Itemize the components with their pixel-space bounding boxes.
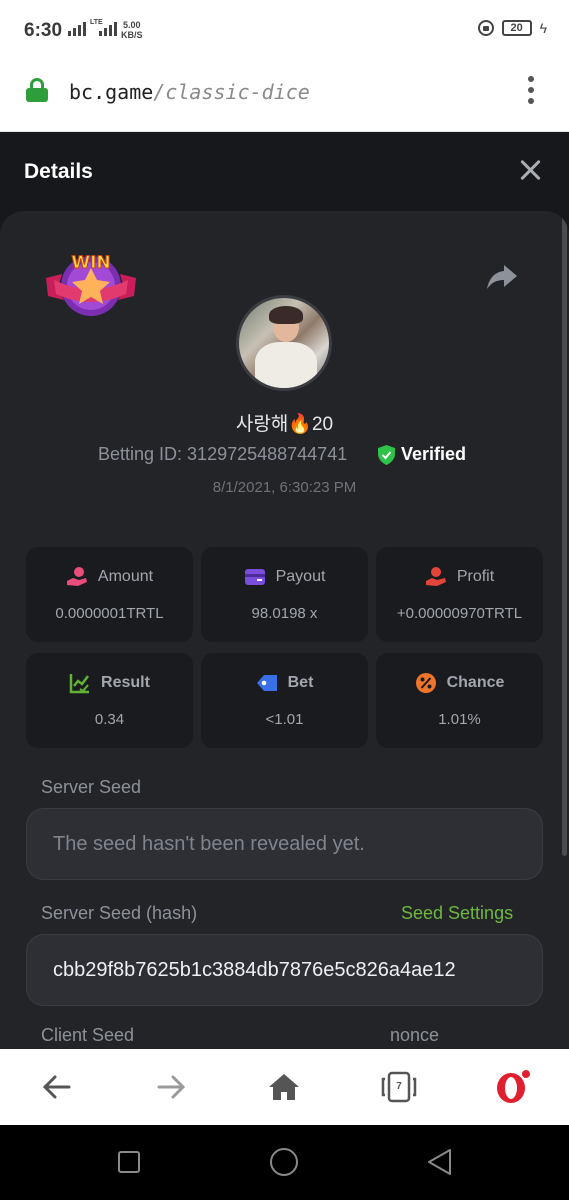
server-seed-field[interactable]: The seed hasn't been revealed yet. [26,808,543,880]
chart-check-icon [69,674,90,694]
stat-label: Result [101,674,150,691]
server-seed-value: The seed hasn't been revealed yet. [53,833,365,855]
recent-apps-icon[interactable] [114,1147,144,1177]
network-speed: 5.00 KB/S [121,20,143,40]
server-seed-label: Server Seed [41,777,142,797]
url-domain: bc.game [69,80,154,104]
stat-label: Payout [275,568,326,585]
stat-value: 98.0198 x [251,605,318,622]
signal-icon [68,20,86,36]
stat-label: Amount [97,568,154,585]
battery-icon: 20 [501,20,532,36]
stat-value: <1.01 [265,711,304,728]
username[interactable]: 사랑해🔥20 [0,409,569,436]
client-seed-label: Client Seed [41,1025,135,1045]
scrollbar[interactable] [562,211,567,856]
verified-badge[interactable]: Verified [378,444,466,465]
browser-url-bar: bc.game/classic-dice [0,60,569,132]
stat-amount: Amount 0.0000001TRTL [26,547,193,642]
back-arrow-icon[interactable] [37,1067,77,1107]
status-right: 20 ϟ [477,20,547,36]
nonce-label: nonce [390,1025,440,1045]
tag-icon [256,675,277,691]
speed-unit: KB/S [121,30,143,40]
win-badge-text: WIN [71,253,110,273]
details-header: Details [0,133,569,211]
home-circle-icon[interactable] [269,1147,299,1177]
home-icon[interactable] [264,1067,304,1107]
avatar [236,295,332,391]
signal-2-icon [99,20,117,36]
more-menu-icon[interactable] [527,76,535,104]
server-seed-hash-field[interactable]: cbb29f8b7625b1c3884db7876e5c826a4ae12 [26,934,543,1006]
stat-value: 1.01% [438,711,481,728]
stat-chance: Chance 1.01% [376,653,543,748]
details-title: Details [24,160,93,183]
stat-label: Bet [287,674,314,691]
stat-value: 0.0000001TRTL [55,605,164,622]
url-field[interactable]: bc.game/classic-dice [69,80,310,104]
stat-profit: Profit +0.00000970TRTL [376,547,543,642]
wallet-card-icon [244,569,265,585]
status-time: 6:30 [24,20,63,41]
stat-bet: Bet <1.01 [201,653,368,748]
opera-menu-icon[interactable] [492,1067,532,1107]
stat-value: 0.34 [94,711,125,728]
tabs-count: 7 [396,1081,402,1092]
win-badge-icon: WIN [46,253,136,316]
percent-icon [415,673,436,693]
bet-details-card: WIN 사랑해🔥20 Betting ID: 3129725488744741 … [0,211,569,1049]
stat-result: Result 0.34 [26,653,193,748]
server-seed-hash-value: cbb29f8b7625b1c3884db7876e5c826a4ae12 [53,959,456,981]
system-nav-bar [0,1125,569,1200]
close-icon[interactable] [519,159,541,181]
share-icon[interactable] [486,263,518,291]
back-triangle-icon[interactable] [425,1147,455,1177]
stat-label: Profit [456,568,495,585]
bet-datetime: 8/1/2021, 6:30:23 PM [212,479,357,496]
stat-value: +0.00000970TRTL [396,605,523,622]
charging-icon: ϟ [539,20,547,36]
shield-check-icon [378,444,395,465]
tabs-icon[interactable]: 7 [379,1067,419,1107]
profit-hand-icon [425,567,446,586]
status-bar: 6:30 LTE 5.00 KB/S 20 ϟ [0,0,569,60]
betting-id: Betting ID: 3129725488744741 [98,444,348,464]
stat-payout: Payout 98.0198 x [201,547,368,642]
browser-bottom-bar: 7 [0,1049,569,1125]
forward-arrow-icon[interactable] [151,1067,191,1107]
verified-label: Verified [401,444,467,464]
rotation-lock-icon [477,20,494,36]
speed-value: 5.00 [122,20,141,30]
server-seed-hash-label: Server Seed (hash) [41,903,198,923]
secure-lock-icon [26,78,48,102]
stat-label: Chance [446,674,505,691]
url-path: /classic-dice [153,80,310,104]
seed-settings-link[interactable]: Seed Settings [401,903,513,924]
coins-hand-icon [66,567,87,586]
